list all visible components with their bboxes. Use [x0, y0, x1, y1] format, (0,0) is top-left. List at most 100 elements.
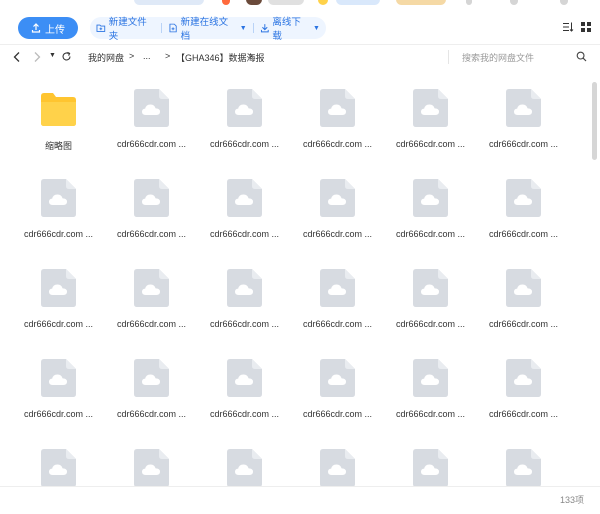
cloud-file-icon	[506, 179, 541, 217]
doc-plus-icon	[169, 23, 177, 33]
file-item[interactable]: cdr666cdr.com ...	[477, 348, 570, 438]
cloud-file-icon	[227, 89, 262, 127]
cloud-file-icon	[320, 359, 355, 397]
file-item[interactable]	[12, 438, 105, 486]
upload-button[interactable]: 上传	[18, 17, 78, 39]
file-item[interactable]: cdr666cdr.com ...	[384, 168, 477, 258]
file-item[interactable]: cdr666cdr.com ...	[384, 258, 477, 348]
file-item[interactable]: cdr666cdr.com ...	[291, 78, 384, 168]
cloud-file-icon	[227, 269, 262, 307]
file-item-label: cdr666cdr.com ...	[116, 409, 187, 419]
file-item[interactable]: cdr666cdr.com ...	[291, 168, 384, 258]
file-item[interactable]: cdr666cdr.com ...	[291, 348, 384, 438]
file-item-label: cdr666cdr.com ...	[488, 409, 559, 419]
cloud-file-icon	[41, 269, 76, 307]
file-item[interactable]: cdr666cdr.com ...	[105, 78, 198, 168]
file-item-label: cdr666cdr.com ...	[302, 139, 373, 149]
file-item-label: cdr666cdr.com ...	[209, 139, 280, 149]
file-item-label: cdr666cdr.com ...	[488, 319, 559, 329]
cloud-file-icon	[413, 449, 448, 486]
folder-plus-icon	[96, 24, 106, 32]
cloud-file-icon	[41, 179, 76, 217]
file-item[interactable]: cdr666cdr.com ...	[105, 258, 198, 348]
file-item-label: cdr666cdr.com ...	[23, 409, 94, 419]
download-icon	[260, 24, 269, 33]
file-item[interactable]: cdr666cdr.com ...	[105, 348, 198, 438]
toolbar-action-group: 新建文件夹 新建在线文档 ▼ 离线下载 ▼	[90, 14, 326, 42]
file-item-label: cdr666cdr.com ...	[395, 409, 466, 419]
file-item-label: cdr666cdr.com ...	[209, 229, 280, 239]
breadcrumb-separator: >	[129, 51, 135, 61]
toolbar: 上传 新建文件夹 新建在线文档 ▼ 离线下载 ▼	[0, 14, 600, 44]
breadcrumb-separator: >	[248, 51, 254, 61]
file-item-label: cdr666cdr.com ...	[488, 139, 559, 149]
cloud-file-icon	[413, 359, 448, 397]
file-item[interactable]: cdr666cdr.com ...	[198, 258, 291, 348]
cloud-file-icon	[134, 179, 169, 217]
file-item[interactable]	[198, 438, 291, 486]
file-item[interactable]: cdr666cdr.com ...	[198, 348, 291, 438]
top-strip-cutoff	[0, 0, 600, 6]
file-item[interactable]	[105, 438, 198, 486]
chevron-down-icon: ▼	[313, 24, 320, 32]
file-item[interactable]: cdr666cdr.com ...	[12, 258, 105, 348]
cloud-file-icon	[227, 449, 262, 486]
history-dropdown-icon[interactable]: ▼	[49, 52, 56, 59]
search-input[interactable]: 搜索我的网盘文件	[462, 51, 534, 64]
back-arrow-icon[interactable]	[12, 51, 22, 63]
cloud-file-icon	[413, 89, 448, 127]
refresh-icon[interactable]	[61, 51, 72, 62]
new-online-doc-label: 新建在线文档	[180, 17, 229, 42]
file-item[interactable]: cdr666cdr.com ...	[477, 258, 570, 348]
toolbar-divider-line	[0, 44, 600, 45]
file-item[interactable]: cdr666cdr.com ...	[477, 78, 570, 168]
offline-download-button[interactable]: 离线下载 ▼	[254, 14, 326, 42]
file-item-label: cdr666cdr.com ...	[488, 229, 559, 239]
cloud-file-icon	[506, 269, 541, 307]
file-item-label: cdr666cdr.com ...	[116, 139, 187, 149]
search-icon[interactable]	[576, 51, 587, 62]
file-item-label: cdr666cdr.com ...	[116, 229, 187, 239]
scrollbar-thumb[interactable]	[592, 82, 597, 160]
file-item[interactable]: cdr666cdr.com ...	[384, 348, 477, 438]
cloud-file-icon	[227, 179, 262, 217]
cloud-file-icon	[134, 359, 169, 397]
cloud-file-icon	[320, 269, 355, 307]
offline-download-label: 离线下载	[272, 17, 301, 42]
grid-view-icon[interactable]	[580, 21, 592, 33]
file-item[interactable]: cdr666cdr.com ...	[477, 168, 570, 258]
cloud-file-icon	[506, 359, 541, 397]
search-divider	[448, 50, 449, 64]
sort-icon[interactable]	[562, 21, 574, 33]
file-item[interactable]: cdr666cdr.com ...	[105, 168, 198, 258]
cloud-file-icon	[134, 89, 169, 127]
breadcrumb-root[interactable]: 我的网盘	[88, 51, 124, 64]
file-item[interactable]	[477, 438, 570, 486]
file-item[interactable]: cdr666cdr.com ...	[12, 348, 105, 438]
cloud-file-icon	[134, 449, 169, 486]
file-item[interactable]	[291, 438, 384, 486]
breadcrumb-ellipsis[interactable]: ...	[143, 51, 151, 61]
file-item[interactable]: cdr666cdr.com ...	[12, 168, 105, 258]
file-item-label: cdr666cdr.com ...	[302, 409, 373, 419]
upload-label: 上传	[45, 24, 65, 36]
file-item-label: 缩略图	[44, 141, 72, 151]
file-item-label: cdr666cdr.com ...	[302, 229, 373, 239]
new-online-doc-button[interactable]: 新建在线文档 ▼	[162, 14, 253, 42]
file-item[interactable]: cdr666cdr.com ...	[291, 258, 384, 348]
file-item[interactable]: cdr666cdr.com ...	[384, 78, 477, 168]
cloud-file-icon	[506, 89, 541, 127]
forward-arrow-icon[interactable]	[32, 51, 42, 63]
upload-icon	[31, 23, 41, 33]
file-item-label: cdr666cdr.com ...	[209, 319, 280, 329]
cloud-file-icon	[134, 269, 169, 307]
new-folder-button[interactable]: 新建文件夹	[90, 14, 161, 42]
cloud-file-icon	[320, 449, 355, 486]
file-item[interactable]: cdr666cdr.com ...	[198, 168, 291, 258]
breadcrumb-separator: >	[165, 51, 171, 61]
file-item[interactable]	[384, 438, 477, 486]
folder-item[interactable]: 缩略图	[12, 78, 105, 168]
file-item[interactable]: cdr666cdr.com ...	[198, 78, 291, 168]
file-item-label: cdr666cdr.com ...	[23, 229, 94, 239]
file-item-label: cdr666cdr.com ...	[209, 409, 280, 419]
